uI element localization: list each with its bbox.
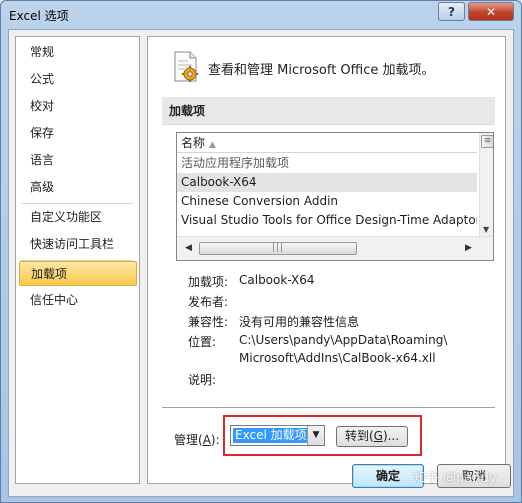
scroll-down-icon[interactable]: ▼	[483, 225, 489, 234]
sidebar-item-proofing[interactable]: 校对	[19, 94, 137, 119]
sidebar-item-add-ins[interactable]: 加载项	[19, 261, 137, 286]
sidebar-item-save[interactable]: 保存	[19, 121, 137, 146]
add-ins-list[interactable]: 名称 ▲ 活动应用程序加载项 Calbook-X64 Chinese Conver…	[176, 132, 494, 261]
horizontal-scrollbar[interactable]: ◀ ||| ▶	[177, 236, 493, 260]
detail-value-location-line2: Microsoft\AddIns\CalBook-x64.xll	[239, 351, 436, 365]
section-divider	[162, 407, 495, 408]
detail-label-description: 说明:	[188, 373, 217, 387]
close-button[interactable]: ✕	[468, 2, 514, 21]
sort-up-icon: ▲	[209, 140, 216, 150]
list-item[interactable]: Chinese Conversion Addin	[177, 192, 477, 211]
sidebar-item-language[interactable]: 语言	[19, 148, 137, 173]
add-ins-pane: 查看和管理 Microsoft Office 加载项。 加载项 名称 ▲ 活动应用…	[147, 36, 506, 484]
add-ins-icon	[174, 51, 198, 82]
scroll-thumb[interactable]: ≡	[481, 135, 493, 148]
section-title-add-ins: 加载项	[162, 97, 495, 125]
sidebar-item-advanced[interactable]: 高级	[19, 175, 137, 200]
window-title: Excel 选项	[9, 9, 69, 23]
manage-dropdown-value: Excel 加载项	[233, 428, 309, 443]
watermark-text: 知乎 @pandy	[413, 471, 497, 486]
manage-dropdown[interactable]: Excel 加载项 ▼	[230, 425, 325, 446]
title-bar[interactable]: Excel 选项 ? ✕	[1, 1, 521, 31]
sidebar: 常规 公式 校对 保存 语言 高级 自定义功能区 快速访问工具栏 加载项 信任中…	[15, 36, 140, 484]
help-button[interactable]: ?	[438, 2, 465, 21]
list-item[interactable]: Calbook-X64	[177, 173, 477, 192]
manage-label: 管理(A):	[174, 433, 220, 447]
list-item[interactable]: Visual Studio Tools for Office Design-Ti…	[177, 211, 477, 230]
sidebar-item-customize-ribbon[interactable]: 自定义功能区	[19, 205, 137, 230]
sidebar-divider	[21, 203, 133, 204]
page-title: 查看和管理 Microsoft Office 加载项。	[208, 63, 435, 78]
scroll-left-icon[interactable]: ◀	[185, 243, 192, 253]
dialog-client-area: 常规 公式 校对 保存 语言 高级 自定义功能区 快速访问工具栏 加载项 信任中…	[8, 29, 514, 497]
sidebar-item-trust-center[interactable]: 信任中心	[19, 288, 137, 313]
sidebar-item-general[interactable]: 常规	[19, 40, 137, 65]
detail-label-addin: 加载项:	[188, 275, 229, 289]
sidebar-item-quick-access-toolbar[interactable]: 快速访问工具栏	[19, 232, 137, 257]
detail-value-location-line1: C:\Users\pandy\AppData\Roaming\	[239, 333, 448, 347]
dropdown-arrow-icon[interactable]: ▼	[307, 426, 324, 445]
column-header-name[interactable]: 名称 ▲	[177, 133, 477, 153]
go-button[interactable]: 转到(G)...	[336, 426, 408, 447]
excel-options-window: Excel 选项 ? ✕ 常规 公式 校对 保存 语言 高级 自定义功能区 快速…	[0, 0, 522, 503]
detail-value-addin: Calbook-X64	[239, 273, 315, 287]
column-header-label: 名称	[181, 136, 206, 150]
vertical-scrollbar[interactable]: ≡ ▼	[479, 133, 493, 236]
scroll-thumb[interactable]: |||	[199, 242, 357, 255]
scroll-right-icon[interactable]: ▶	[465, 243, 472, 253]
detail-label-location: 位置:	[188, 335, 217, 349]
detail-label-publisher: 发布者:	[188, 295, 229, 309]
list-group-header: 活动应用程序加载项	[181, 156, 290, 170]
detail-value-compatibility: 没有可用的兼容性信息	[239, 315, 360, 329]
sidebar-item-formulas[interactable]: 公式	[19, 67, 137, 92]
detail-label-compatibility: 兼容性:	[188, 315, 229, 329]
